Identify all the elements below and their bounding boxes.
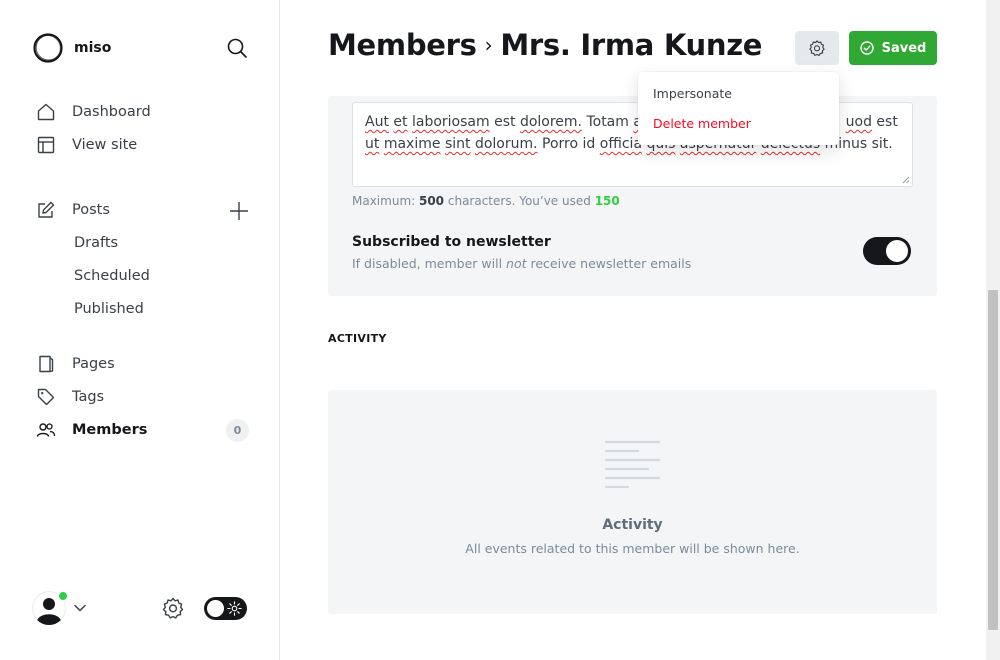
hint-max: 500 xyxy=(418,194,445,208)
members-count-badge: 0 xyxy=(226,419,249,442)
page-icon xyxy=(36,354,56,374)
nav-dashboard[interactable]: Dashboard xyxy=(36,101,151,123)
newsletter-toggle[interactable] xyxy=(863,237,911,265)
activity-list-icon xyxy=(604,440,661,488)
saved-button[interactable]: Saved xyxy=(849,31,937,65)
note-word: ut xyxy=(365,136,380,152)
note-word: sint xyxy=(444,136,471,152)
activity-heading: ACTIVITY xyxy=(328,332,387,345)
note-word: officia xyxy=(599,136,643,152)
online-status-dot xyxy=(57,590,69,602)
tag-icon xyxy=(36,387,56,407)
members-icon xyxy=(36,420,56,440)
newsletter-desc-em: not xyxy=(506,256,527,271)
activity-empty-title: Activity xyxy=(602,517,663,533)
member-actions-button[interactable] xyxy=(795,31,839,65)
character-count-hint: Maximum: 500 characters. You’ve used 150 xyxy=(352,194,620,208)
nav-members[interactable]: Members xyxy=(36,419,147,441)
brand-logo-icon xyxy=(33,33,63,63)
newsletter-title: Subscribed to newsletter xyxy=(352,234,551,250)
note-word: uod xyxy=(845,114,872,130)
note-word: maxime xyxy=(383,136,441,152)
check-circle-icon xyxy=(859,41,874,55)
breadcrumb-separator: › xyxy=(484,33,493,57)
nav-pages-label: Pages xyxy=(72,356,115,372)
nav-scheduled[interactable]: Scheduled xyxy=(74,265,150,287)
toggle-knob xyxy=(207,600,224,617)
note-word: Totam xyxy=(586,114,629,130)
note-word: Porro xyxy=(542,136,579,152)
nav-drafts[interactable]: Drafts xyxy=(74,232,118,254)
nav-published[interactable]: Published xyxy=(74,298,144,320)
note-word: id xyxy=(582,136,596,152)
edit-icon xyxy=(36,200,56,220)
sun-icon xyxy=(227,601,242,616)
nav-tags-label: Tags xyxy=(72,389,105,405)
note-word: dolorem. xyxy=(519,114,582,130)
note-word: est xyxy=(876,114,898,130)
nav-members-label: Members xyxy=(72,422,148,438)
sidebar: miso Dashboard View site Posts Drafts Sc… xyxy=(0,0,280,660)
nav-pages[interactable]: Pages xyxy=(36,353,115,375)
hint-middle: characters. You’ve used xyxy=(444,194,595,208)
nav-tags[interactable]: Tags xyxy=(36,386,104,408)
delete-member-menu-item[interactable]: Delete member xyxy=(653,116,751,131)
member-details-panel: Aut et laboriosam est dolorem. Totam acu… xyxy=(328,96,937,296)
newsletter-desc-a: If disabled, member will xyxy=(352,256,507,271)
member-name: Mrs. Irma Kunze xyxy=(500,28,763,62)
nav-posts[interactable]: Posts xyxy=(36,199,110,221)
member-actions-dropdown: Impersonate Delete member xyxy=(638,72,839,145)
hint-prefix: Maximum: xyxy=(352,194,419,208)
note-word: Aut xyxy=(365,114,389,130)
activity-panel: Activity All events related to this memb… xyxy=(328,390,937,614)
page-scrollbar-thumb[interactable] xyxy=(988,290,998,630)
add-post-icon[interactable] xyxy=(228,200,250,222)
home-icon xyxy=(36,102,56,122)
hint-used-count: 150 xyxy=(594,194,620,208)
user-avatar-button[interactable] xyxy=(32,590,69,625)
gear-icon xyxy=(809,40,825,56)
search-icon[interactable] xyxy=(226,37,248,59)
resize-handle-icon[interactable] xyxy=(902,176,910,184)
layout-icon xyxy=(36,135,56,155)
settings-gear-icon[interactable] xyxy=(161,596,185,620)
brand-name: miso xyxy=(74,40,112,56)
nav-view-site[interactable]: View site xyxy=(36,134,137,156)
nav-dashboard-label: Dashboard xyxy=(72,104,151,120)
note-word: laboriosam xyxy=(411,114,490,130)
nav-view-site-label: View site xyxy=(72,137,138,153)
note-word: dolorum. xyxy=(474,136,538,152)
note-word: est xyxy=(494,114,516,130)
impersonate-menu-item[interactable]: Impersonate xyxy=(653,86,732,101)
chevron-down-icon[interactable] xyxy=(73,601,87,615)
newsletter-toggle-knob xyxy=(886,240,908,262)
activity-empty-description: All events related to this member will b… xyxy=(465,541,800,556)
page-title: Members › Mrs. Irma Kunze xyxy=(328,28,762,62)
newsletter-desc-b: receive newsletter emails xyxy=(526,256,692,271)
breadcrumb-members-link[interactable]: Members xyxy=(328,28,477,62)
nav-posts-label: Posts xyxy=(72,202,110,218)
newsletter-description: If disabled, member will not receive new… xyxy=(352,256,691,271)
note-word: et xyxy=(393,114,408,130)
dark-mode-toggle[interactable] xyxy=(204,597,247,620)
brand[interactable]: miso xyxy=(32,32,111,64)
saved-button-label: Saved xyxy=(881,40,927,56)
main-content: Members › Mrs. Irma Kunze Saved Aut et l… xyxy=(280,0,986,660)
